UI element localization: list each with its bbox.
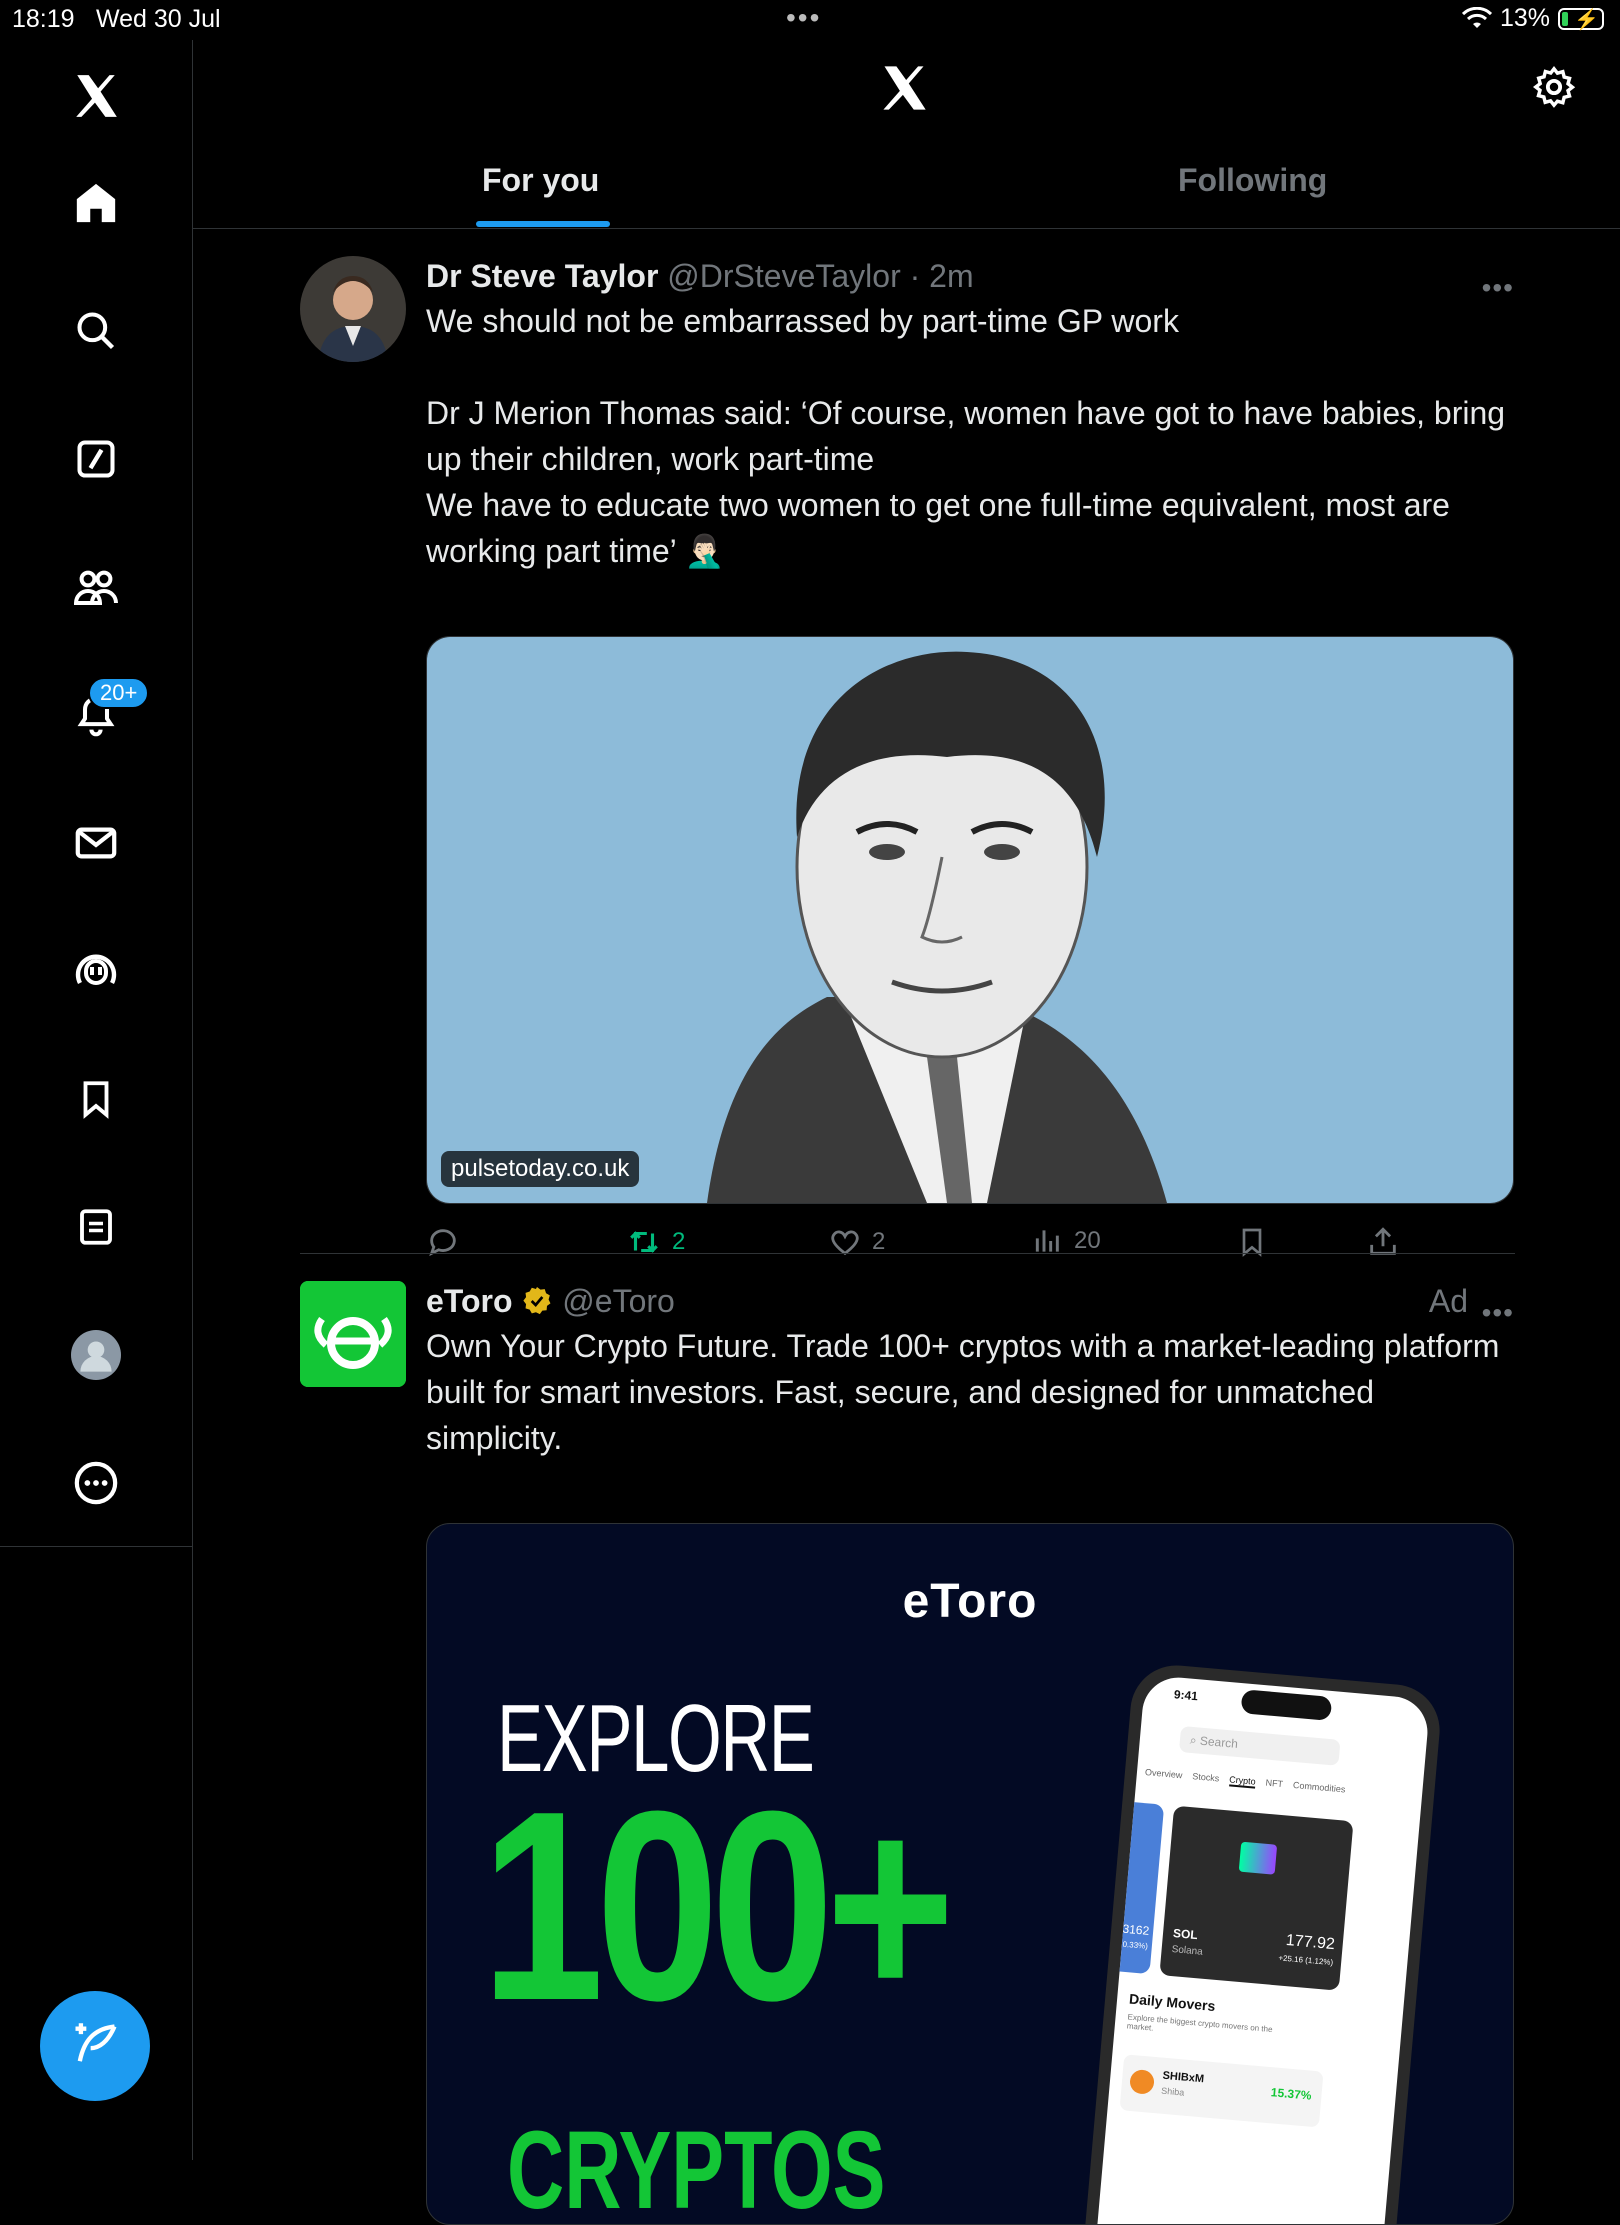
bookmarks-icon[interactable] [60, 1063, 132, 1135]
portrait-illustration [427, 637, 1513, 1203]
tweet-separator [300, 1253, 1515, 1254]
etoro-wordmark: eToro [902, 1575, 1038, 1628]
phone-card-sol: SOL Solana 177.92 +25.16 (1.12%) [1159, 1805, 1354, 1991]
verified-badge-icon [523, 1287, 551, 1315]
tweet-header: Dr Steve Taylor @DrSteveTaylor · 2m [426, 256, 1516, 296]
search-icon[interactable] [60, 295, 132, 367]
tweet-actions: 2 2 20 [426, 1225, 1516, 1265]
more-icon[interactable] [60, 1447, 132, 1519]
notifications-icon[interactable]: 20+ [60, 677, 150, 751]
multitasking-dots-icon[interactable]: ••• [786, 2, 821, 34]
main-timeline: For you Following Dr Steve Taylor @DrSte… [193, 40, 1620, 2225]
sidebar: 20+ [0, 40, 193, 2160]
active-tab-indicator [476, 221, 610, 227]
status-time: 18:19 [12, 5, 75, 33]
notifications-badge: 20+ [88, 677, 150, 709]
tweet[interactable]: Dr Steve Taylor @DrSteveTaylor · 2m ••• … [300, 256, 1516, 1257]
tweet-text: Own Your Crypto Future. Trade 100+ crypt… [426, 1328, 1509, 1456]
author-handle[interactable]: @DrSteveTaylor [667, 258, 900, 294]
promoted-tweet[interactable]: eToro @eToro Ad ••• Own Your Crypto Futu… [300, 1281, 1516, 2225]
settings-gear-icon[interactable] [1531, 64, 1577, 115]
etoro-avatar[interactable] [300, 1281, 406, 1387]
tab-following[interactable]: Following [1178, 162, 1327, 199]
more-options-icon[interactable]: ••• [1482, 1297, 1514, 1329]
lists-icon[interactable] [60, 1191, 132, 1263]
tweet-text: We should not be embarrassed by part-tim… [426, 303, 1506, 569]
status-right: 13% ⚡ [1461, 4, 1604, 33]
views-count: 20 [1074, 1227, 1101, 1254]
communities-icon[interactable] [60, 551, 132, 623]
more-options-icon[interactable]: ••• [1482, 272, 1514, 304]
phone-tab: Crypto [1228, 1774, 1257, 1789]
phone-tab: Commodities [1292, 1779, 1346, 1795]
tweet-body: Dr Steve Taylor @DrSteveTaylor · 2m ••• … [426, 256, 1516, 574]
phone-search: ⌕ Search [1178, 1725, 1341, 1766]
home-icon[interactable] [60, 167, 132, 239]
x-logo-icon[interactable] [60, 60, 132, 132]
author-name[interactable]: eToro [426, 1283, 513, 1319]
phone-time: 9:41 [1173, 1687, 1199, 1704]
author-avatar[interactable] [300, 256, 406, 362]
battery-icon: ⚡ [1558, 7, 1604, 31]
compose-button[interactable] [40, 1991, 150, 2101]
link-source-label: pulsetoday.co.uk [441, 1151, 640, 1187]
etoro-logo-icon [300, 1281, 406, 1387]
phone-tab: Overview [1144, 1767, 1183, 1781]
status-date: Wed 30 Jul [96, 5, 221, 33]
phone-tab: NFT [1265, 1777, 1284, 1790]
like-count: 2 [872, 1228, 886, 1255]
author-name[interactable]: Dr Steve Taylor [426, 258, 658, 294]
profile-avatar[interactable] [60, 1319, 132, 1391]
phone-movers-title: Daily Movers [1128, 1990, 1216, 2014]
status-bar: 18:19 Wed 30 Jul ••• 13% ⚡ [0, 0, 1620, 40]
phone-movers-sub: Explore the biggest crypto movers on the… [1126, 2012, 1273, 2035]
phone-mockup: 9:41 ⌕ Search Overview Stocks Crypto NFT… [1080, 1661, 1444, 2224]
spaces-icon[interactable] [60, 935, 132, 1007]
messages-icon[interactable] [60, 807, 132, 879]
tweet-body: eToro @eToro Ad ••• Own Your Crypto Futu… [426, 1281, 1516, 1461]
timeline-header: For you Following [193, 40, 1620, 229]
link-card-image[interactable]: pulsetoday.co.uk [426, 636, 1514, 1204]
wifi-icon [1461, 6, 1492, 28]
author-handle[interactable]: @eToro [562, 1283, 675, 1319]
retweet-count: 2 [672, 1228, 686, 1255]
ad-headline-cryptos: CRYPTOS [507, 2109, 886, 2225]
battery-percent: 13% [1499, 4, 1550, 32]
grok-icon[interactable] [60, 423, 132, 495]
phone-tab: Stocks [1191, 1771, 1220, 1784]
compose-feather-icon [75, 2023, 117, 2062]
ad-creative-image[interactable]: eToro EXPLORE 100+ CRYPTOS 9:41 ⌕ Search… [426, 1523, 1514, 2225]
sidebar-divider [0, 1546, 192, 1547]
x-logo-icon[interactable] [878, 62, 930, 119]
ad-label: Ad [1428, 1283, 1468, 1319]
phone-mover-row: SHIBxM Shiba 15.37% [1119, 2054, 1324, 2128]
phone-card-left: 3162 0.33%) [1093, 1799, 1165, 1975]
ad-headline-100: 100+ [481, 1756, 955, 2057]
tweet-time: · 2m [909, 258, 974, 294]
tweet-header: eToro @eToro [426, 1281, 1516, 1321]
tab-for-you[interactable]: For you [482, 162, 599, 199]
